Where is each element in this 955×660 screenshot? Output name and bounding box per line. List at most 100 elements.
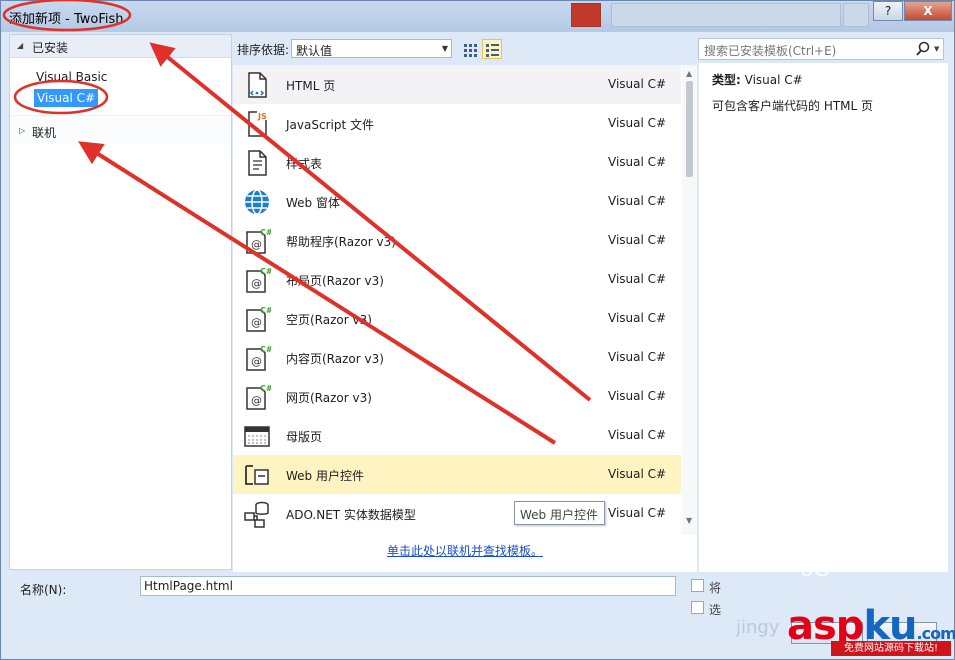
- template-item-html-page[interactable]: HTML 页 Visual C#: [233, 65, 681, 104]
- template-item-razor-empty[interactable]: @C# 空页(Razor v3) Visual C#: [233, 299, 681, 338]
- template-name: Web 用户控件: [286, 469, 364, 483]
- background-minimize-icon: [843, 3, 869, 27]
- svg-text:C#: C#: [260, 306, 271, 315]
- logo-subtitle: 免费网站源码下载站!: [831, 641, 951, 656]
- search-input[interactable]: 搜索已安装模板(Ctrl+E) ▼: [698, 38, 944, 60]
- template-language: Visual C#: [608, 350, 667, 364]
- template-name: 空页(Razor v3): [286, 313, 372, 327]
- checkbox-2-label: 选: [709, 603, 722, 617]
- chevron-down-icon: ▼: [441, 44, 448, 53]
- online-section-header[interactable]: ▷ 联机: [10, 115, 231, 145]
- find-templates-online-link[interactable]: 单击此处以联机并查找模板。: [387, 542, 543, 559]
- sort-by-label: 排序依据:: [237, 43, 290, 57]
- installed-label: 已安装: [32, 41, 69, 55]
- name-label: 名称(N):: [20, 583, 67, 597]
- svg-text:C#: C#: [260, 345, 271, 354]
- close-button[interactable]: X: [904, 1, 952, 21]
- template-description: 可包含客户端代码的 HTML 页: [712, 99, 874, 113]
- template-item-web-user-control[interactable]: Web 用户控件 Visual C#: [233, 455, 681, 494]
- template-name: 布局页(Razor v3): [286, 274, 384, 288]
- add-new-item-dialog: 添加新项 - TwoFish ? X ◢ 已安装 Visual Basic Vi…: [0, 0, 955, 660]
- scrollbar-thumb[interactable]: [686, 81, 693, 177]
- template-item-razor-webpage[interactable]: @C# 网页(Razor v3) Visual C#: [233, 377, 681, 416]
- tree-item-visual-csharp[interactable]: Visual C#: [34, 89, 99, 107]
- template-name: 内容页(Razor v3): [286, 352, 384, 366]
- svg-text:@: @: [251, 277, 262, 290]
- template-name: HTML 页: [286, 79, 336, 93]
- template-item-entity-data-model[interactable]: ADO.NET 实体数据模型 Visual C#: [233, 494, 681, 533]
- online-label: 联机: [32, 126, 57, 140]
- title-bar[interactable]: 添加新项 - TwoFish ? X: [1, 1, 954, 32]
- template-item-razor-layout[interactable]: @C# 布局页(Razor v3) Visual C#: [233, 260, 681, 299]
- help-button[interactable]: ?: [873, 1, 903, 21]
- collapse-triangle-icon[interactable]: ◢: [17, 41, 23, 50]
- name-input[interactable]: HtmlPage.html: [140, 576, 676, 596]
- template-details-pane: 类型: Visual C# 可包含客户端代码的 HTML 页: [698, 63, 948, 572]
- template-name: 网页(Razor v3): [286, 391, 372, 405]
- template-list-pane: HTML 页 Visual C# JS JavaScript 文件 Visual…: [233, 65, 697, 572]
- type-value: Visual C#: [744, 73, 803, 87]
- scroll-up-icon[interactable]: ▲: [686, 69, 692, 78]
- template-language: Visual C#: [608, 116, 667, 130]
- template-list[interactable]: HTML 页 Visual C# JS JavaScript 文件 Visual…: [233, 65, 681, 535]
- svg-text:@: @: [251, 238, 262, 251]
- template-name: JavaScript 文件: [286, 118, 374, 132]
- template-language: Visual C#: [608, 272, 667, 286]
- template-item-javascript-file[interactable]: JS JavaScript 文件 Visual C#: [233, 104, 681, 143]
- template-item-master-page[interactable]: 母版页 Visual C#: [233, 416, 681, 455]
- html-page-icon: [243, 71, 271, 99]
- razor-page-icon: @C#: [243, 344, 273, 372]
- checkbox-1-label: 将: [709, 581, 722, 595]
- template-type: 类型: Visual C#: [712, 71, 803, 88]
- sort-by-dropdown[interactable]: 默认值 ▼: [291, 39, 452, 58]
- web-user-control-icon: [243, 461, 271, 489]
- stylesheet-icon: [243, 149, 271, 177]
- scroll-down-icon[interactable]: ▼: [686, 516, 692, 525]
- template-name: 样式表: [286, 157, 323, 171]
- dialog-title: 添加新项 - TwoFish: [9, 12, 124, 27]
- background-notification-icon: [571, 3, 601, 27]
- template-item-stylesheet[interactable]: 样式表 Visual C#: [233, 143, 681, 182]
- svg-text:C#: C#: [260, 384, 271, 393]
- web-form-icon: [243, 188, 271, 216]
- template-language: Visual C#: [608, 194, 667, 208]
- template-language: Visual C#: [608, 506, 667, 520]
- background-quick-launch: [611, 3, 841, 27]
- razor-page-icon: @C#: [243, 305, 273, 333]
- search-icon[interactable]: [916, 41, 930, 57]
- svg-text:@: @: [251, 355, 262, 368]
- checkbox-2[interactable]: [691, 601, 704, 614]
- svg-text:JS: JS: [257, 112, 267, 121]
- javascript-file-icon: JS: [243, 110, 271, 138]
- grid-view-button[interactable]: [459, 39, 479, 59]
- svg-text:C#: C#: [260, 228, 271, 237]
- razor-page-icon: @C#: [243, 227, 273, 255]
- entity-data-model-icon: [243, 500, 271, 528]
- master-page-icon: [243, 422, 271, 450]
- template-item-web-form[interactable]: Web 窗体 Visual C#: [233, 182, 681, 221]
- template-item-razor-helper[interactable]: @C# 帮助程序(Razor v3) Visual C#: [233, 221, 681, 260]
- watermark-text: jingy: [736, 617, 780, 638]
- template-name: Web 窗体: [286, 196, 340, 210]
- template-category-pane: ◢ 已安装 Visual Basic Visual C# ▷ 联机: [9, 34, 232, 570]
- razor-page-icon: @C#: [243, 383, 273, 411]
- template-name: 帮助程序(Razor v3): [286, 235, 396, 249]
- template-item-razor-content[interactable]: @C# 内容页(Razor v3) Visual C#: [233, 338, 681, 377]
- checkbox-1[interactable]: [691, 579, 704, 592]
- installed-section-header[interactable]: ◢ 已安装: [10, 35, 231, 58]
- template-language: Visual C#: [608, 389, 667, 403]
- template-list-scrollbar[interactable]: ▲ ▼: [682, 65, 697, 535]
- svg-text:@: @: [251, 394, 262, 407]
- chevron-down-icon[interactable]: ▼: [934, 45, 939, 53]
- razor-page-icon: @C#: [243, 266, 273, 294]
- template-language: Visual C#: [608, 155, 667, 169]
- template-language: Visual C#: [608, 233, 667, 247]
- list-view-button[interactable]: [482, 39, 502, 59]
- expand-triangle-icon[interactable]: ▷: [19, 126, 25, 135]
- template-language: Visual C#: [608, 311, 667, 325]
- template-language: Visual C#: [608, 77, 667, 91]
- item-tooltip: Web 用户控件: [514, 501, 605, 525]
- tree-item-visual-basic[interactable]: Visual Basic: [36, 70, 107, 84]
- svg-text:C#: C#: [260, 267, 271, 276]
- sort-by-value: 默认值: [296, 44, 333, 58]
